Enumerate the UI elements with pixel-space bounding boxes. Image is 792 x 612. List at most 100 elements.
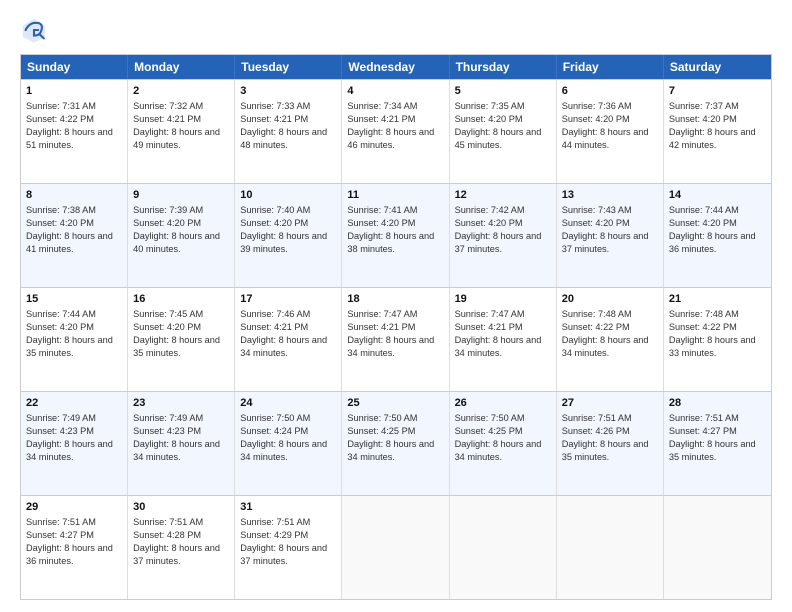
- cal-cell: 5Sunrise: 7:35 AMSunset: 4:20 PMDaylight…: [450, 80, 557, 183]
- day-number: 7: [669, 84, 766, 99]
- cal-cell: 20Sunrise: 7:48 AMSunset: 4:22 PMDayligh…: [557, 288, 664, 391]
- sunrise: Sunrise: 7:51 AM: [562, 413, 632, 423]
- calendar: SundayMondayTuesdayWednesdayThursdayFrid…: [20, 54, 772, 600]
- sunrise: Sunrise: 7:37 AM: [669, 101, 739, 111]
- sunset: Sunset: 4:29 PM: [240, 530, 308, 540]
- sunset: Sunset: 4:26 PM: [562, 426, 630, 436]
- calendar-week-1: 1Sunrise: 7:31 AMSunset: 4:22 PMDaylight…: [21, 79, 771, 183]
- cal-cell: [342, 496, 449, 599]
- day-number: 3: [240, 84, 336, 99]
- calendar-week-5: 29Sunrise: 7:51 AMSunset: 4:27 PMDayligh…: [21, 495, 771, 599]
- cal-cell: [664, 496, 771, 599]
- sunrise: Sunrise: 7:51 AM: [240, 517, 310, 527]
- cal-cell: [450, 496, 557, 599]
- cal-cell: 13Sunrise: 7:43 AMSunset: 4:20 PMDayligh…: [557, 184, 664, 287]
- daylight: Daylight: 8 hours and 37 minutes.: [562, 231, 649, 254]
- sunset: Sunset: 4:20 PM: [26, 322, 94, 332]
- day-number: 27: [562, 396, 658, 411]
- sunset: Sunset: 4:21 PM: [240, 322, 308, 332]
- sunrise: Sunrise: 7:34 AM: [347, 101, 417, 111]
- day-number: 28: [669, 396, 766, 411]
- day-number: 4: [347, 84, 443, 99]
- calendar-week-2: 8 Sunrise: 7:38 AM Sunset: 4:20 PM Daylight…: [21, 183, 771, 287]
- day-number: 8: [26, 188, 122, 203]
- sunset: Sunset: 4:23 PM: [26, 426, 94, 436]
- cal-cell: 16Sunrise: 7:45 AMSunset: 4:20 PMDayligh…: [128, 288, 235, 391]
- cal-header-tuesday: Tuesday: [235, 55, 342, 79]
- sunset: Sunset: 4:20 PM: [133, 218, 201, 228]
- daylight: Daylight: 8 hours and 36 minutes.: [26, 543, 113, 566]
- sunset: Sunset: 4:20 PM: [562, 218, 630, 228]
- daylight: Daylight: 8 hours and 36 minutes.: [669, 231, 756, 254]
- sunrise: Sunrise: 7:48 AM: [562, 309, 632, 319]
- cal-cell: 6Sunrise: 7:36 AMSunset: 4:20 PMDaylight…: [557, 80, 664, 183]
- daylight: Daylight: 8 hours and 35 minutes.: [669, 439, 756, 462]
- day-number: 22: [26, 396, 122, 411]
- cal-cell: 15Sunrise: 7:44 AMSunset: 4:20 PMDayligh…: [21, 288, 128, 391]
- daylight: Daylight: 8 hours and 37 minutes.: [133, 543, 220, 566]
- cal-cell: 22Sunrise: 7:49 AMSunset: 4:23 PMDayligh…: [21, 392, 128, 495]
- cal-cell: 12Sunrise: 7:42 AMSunset: 4:20 PMDayligh…: [450, 184, 557, 287]
- cal-cell: 4Sunrise: 7:34 AMSunset: 4:21 PMDaylight…: [342, 80, 449, 183]
- day-number: 1: [26, 84, 122, 99]
- sunset: Sunset: 4:25 PM: [347, 426, 415, 436]
- cal-cell: 14Sunrise: 7:44 AMSunset: 4:20 PMDayligh…: [664, 184, 771, 287]
- daylight: Daylight: 8 hours and 39 minutes.: [240, 231, 327, 254]
- cal-cell: 28Sunrise: 7:51 AMSunset: 4:27 PMDayligh…: [664, 392, 771, 495]
- sunrise: Sunrise: 7:47 AM: [347, 309, 417, 319]
- daylight: Daylight: 8 hours and 35 minutes.: [562, 439, 649, 462]
- daylight: Daylight: 8 hours and 40 minutes.: [133, 231, 220, 254]
- cal-cell: 18Sunrise: 7:47 AMSunset: 4:21 PMDayligh…: [342, 288, 449, 391]
- day-number: 18: [347, 292, 443, 307]
- day-number: 16: [133, 292, 229, 307]
- daylight: Daylight: 8 hours and 41 minutes.: [26, 231, 113, 254]
- cal-cell: 10Sunrise: 7:40 AMSunset: 4:20 PMDayligh…: [235, 184, 342, 287]
- sunrise: Sunrise: 7:50 AM: [240, 413, 310, 423]
- cal-cell: 8 Sunrise: 7:38 AM Sunset: 4:20 PM Daylight…: [21, 184, 128, 287]
- sunset: Sunset: 4:22 PM: [669, 322, 737, 332]
- logo-icon: [20, 16, 48, 44]
- day-number: 6: [562, 84, 658, 99]
- sunset: Sunset: 4:21 PM: [455, 322, 523, 332]
- day-number: 11: [347, 188, 443, 203]
- day-number: 10: [240, 188, 336, 203]
- sunrise: Sunrise: 7:51 AM: [669, 413, 739, 423]
- day-number: 14: [669, 188, 766, 203]
- sunset: Sunset: 4:25 PM: [455, 426, 523, 436]
- sunrise: Sunrise: 7:48 AM: [669, 309, 739, 319]
- day-number: 5: [455, 84, 551, 99]
- cal-header-wednesday: Wednesday: [342, 55, 449, 79]
- sunset: Sunset: 4:24 PM: [240, 426, 308, 436]
- calendar-week-4: 22Sunrise: 7:49 AMSunset: 4:23 PMDayligh…: [21, 391, 771, 495]
- daylight: Daylight: 8 hours and 34 minutes.: [455, 439, 542, 462]
- cal-cell: 31Sunrise: 7:51 AMSunset: 4:29 PMDayligh…: [235, 496, 342, 599]
- day-number: 2: [133, 84, 229, 99]
- daylight: Daylight: 8 hours and 45 minutes.: [455, 127, 542, 150]
- sunset: Sunset: 4:21 PM: [240, 114, 308, 124]
- cal-cell: [557, 496, 664, 599]
- daylight: Daylight: 8 hours and 48 minutes.: [240, 127, 327, 150]
- sunset: Sunset: 4:21 PM: [347, 114, 415, 124]
- day-number: 15: [26, 292, 122, 307]
- day-number: 9: [133, 188, 229, 203]
- sunrise: Sunrise: 7:46 AM: [240, 309, 310, 319]
- calendar-body: 1Sunrise: 7:31 AMSunset: 4:22 PMDaylight…: [21, 79, 771, 599]
- sunrise: Sunrise: 7:47 AM: [455, 309, 525, 319]
- sunset: Sunset: 4:20 PM: [347, 218, 415, 228]
- sunrise: Sunrise: 7:51 AM: [133, 517, 203, 527]
- daylight: Daylight: 8 hours and 34 minutes.: [240, 335, 327, 358]
- day-number: 26: [455, 396, 551, 411]
- daylight: Daylight: 8 hours and 42 minutes.: [669, 127, 756, 150]
- day-number: 19: [455, 292, 551, 307]
- cal-cell: 24Sunrise: 7:50 AMSunset: 4:24 PMDayligh…: [235, 392, 342, 495]
- sunrise: Sunrise: 7:38 AM: [26, 205, 96, 215]
- sunrise: Sunrise: 7:39 AM: [133, 205, 203, 215]
- daylight: Daylight: 8 hours and 37 minutes.: [455, 231, 542, 254]
- cal-cell: 11Sunrise: 7:41 AMSunset: 4:20 PMDayligh…: [342, 184, 449, 287]
- daylight: Daylight: 8 hours and 51 minutes.: [26, 127, 113, 150]
- sunrise: Sunrise: 7:41 AM: [347, 205, 417, 215]
- daylight: Daylight: 8 hours and 49 minutes.: [133, 127, 220, 150]
- sunset: Sunset: 4:20 PM: [240, 218, 308, 228]
- sunset: Sunset: 4:20 PM: [26, 218, 94, 228]
- cal-cell: 9 Sunrise: 7:39 AM Sunset: 4:20 PM Daylight…: [128, 184, 235, 287]
